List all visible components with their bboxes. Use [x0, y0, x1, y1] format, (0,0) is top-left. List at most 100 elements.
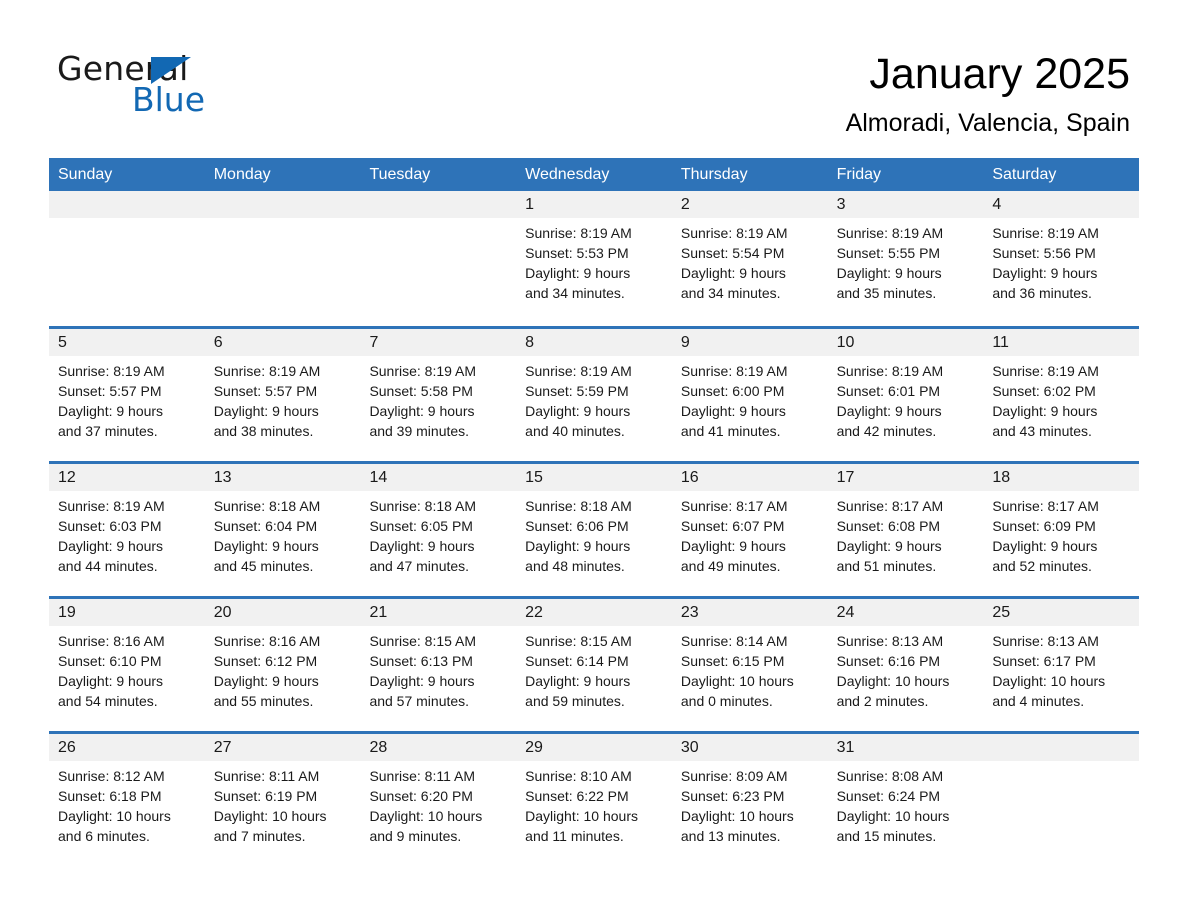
- day-number: 29: [525, 739, 543, 756]
- day-cell[interactable]: 10 Sunrise: 8:19 AM Sunset: 6:01 PM Dayligh…: [827, 329, 984, 461]
- day-number-band: 23: [671, 599, 828, 626]
- day-detail-sunset: Sunset: 5:57 PM: [58, 383, 162, 399]
- day-details: Sunrise: 8:11 AM Sunset: 6:19 PM Daylight:…: [205, 761, 361, 846]
- day-number: 10: [836, 334, 855, 351]
- day-number-band: 7: [360, 329, 517, 356]
- day-cell-empty: [983, 734, 1140, 866]
- day-detail-sunrise: Sunrise: 8:17 AM: [680, 498, 788, 514]
- day-detail-sunset: Sunset: 6:05 PM: [369, 518, 473, 534]
- day-detail-sunrise: Sunrise: 8:19 AM: [525, 225, 632, 241]
- day-detail-daylight-2: and 9 minutes.: [369, 828, 462, 844]
- day-detail-sunset: Sunset: 5:59 PM: [525, 383, 629, 399]
- day-cell[interactable]: 30 Sunrise: 8:09 AM Sunset: 6:23 PM Dayligh…: [671, 734, 828, 866]
- day-detail-daylight-1: Daylight: 10 hours: [525, 808, 638, 824]
- day-detail-daylight-1: Daylight: 9 hours: [836, 265, 942, 281]
- day-cell[interactable]: 1 Sunrise: 8:19 AM Sunset: 5:53 PM Daylight…: [516, 191, 672, 326]
- day-cell[interactable]: 29 Sunrise: 8:10 AM Sunset: 6:22 PM Dayligh…: [516, 734, 672, 866]
- day-cell[interactable]: 31 Sunrise: 8:08 AM Sunset: 6:24 PM Dayligh…: [827, 734, 984, 866]
- day-details: Sunrise: 8:19 AM Sunset: 5:59 PM Daylight:…: [516, 356, 672, 441]
- day-details: Sunrise: 8:09 AM Sunset: 6:23 PM Daylight:…: [672, 761, 828, 846]
- day-number-band: 27: [204, 734, 361, 761]
- day-cell[interactable]: 4 Sunrise: 8:19 AM Sunset: 5:56 PM Daylight…: [983, 191, 1140, 326]
- day-detail-sunrise: Sunrise: 8:16 AM: [58, 633, 165, 649]
- day-detail-sunrise: Sunrise: 8:19 AM: [58, 363, 165, 379]
- day-cell[interactable]: 26 Sunrise: 8:12 AM Sunset: 6:18 PM Dayligh…: [49, 734, 205, 866]
- day-detail-daylight-2: and 7 minutes.: [213, 828, 306, 844]
- day-cell[interactable]: 19 Sunrise: 8:16 AM Sunset: 6:10 PM Dayligh…: [49, 599, 205, 731]
- day-cell[interactable]: 2 Sunrise: 8:19 AM Sunset: 5:54 PM Daylight…: [671, 191, 828, 326]
- day-cell[interactable]: 12 Sunrise: 8:19 AM Sunset: 6:03 PM Dayligh…: [49, 464, 205, 596]
- general-blue-logo[interactable]: General Blue: [57, 52, 317, 124]
- day-cell[interactable]: 13 Sunrise: 8:18 AM Sunset: 6:04 PM Dayligh…: [204, 464, 361, 596]
- day-cell[interactable]: 25 Sunrise: 8:13 AM Sunset: 6:17 PM Dayligh…: [983, 599, 1140, 731]
- day-detail-daylight-1: Daylight: 9 hours: [680, 538, 786, 554]
- day-cell[interactable]: 15 Sunrise: 8:18 AM Sunset: 6:06 PM Dayligh…: [516, 464, 672, 596]
- day-detail-sunset: Sunset: 6:02 PM: [992, 383, 1096, 399]
- day-detail-daylight-2: and 42 minutes.: [836, 423, 937, 439]
- day-detail-daylight-2: and 0 minutes.: [680, 693, 773, 709]
- day-detail-sunrise: Sunrise: 8:13 AM: [992, 633, 1099, 649]
- day-detail-sunset: Sunset: 5:55 PM: [836, 245, 941, 261]
- day-number: 17: [836, 469, 855, 486]
- day-detail-daylight-1: Daylight: 9 hours: [58, 538, 164, 554]
- day-number-band: 12: [49, 464, 205, 491]
- weekday-header-wednesday: Wednesday: [525, 166, 610, 183]
- day-details: Sunrise: 8:16 AM Sunset: 6:10 PM Daylight:…: [49, 626, 205, 711]
- day-number: 13: [213, 469, 232, 486]
- day-detail-daylight-2: and 52 minutes.: [992, 558, 1092, 574]
- day-detail-sunrise: Sunrise: 8:08 AM: [836, 768, 944, 784]
- day-number-band: 4: [983, 191, 1140, 218]
- day-number: 26: [58, 739, 76, 756]
- day-cell[interactable]: 9 Sunrise: 8:19 AM Sunset: 6:00 PM Daylight…: [671, 329, 828, 461]
- day-cell[interactable]: 14 Sunrise: 8:18 AM Sunset: 6:05 PM Dayligh…: [360, 464, 517, 596]
- day-detail-daylight-2: and 40 minutes.: [525, 423, 625, 439]
- day-detail-daylight-1: Daylight: 9 hours: [369, 538, 475, 554]
- day-cell[interactable]: 23 Sunrise: 8:14 AM Sunset: 6:15 PM Dayligh…: [671, 599, 828, 731]
- day-cell-empty: [49, 191, 205, 326]
- day-number-band: 24: [827, 599, 984, 626]
- day-number-band: 5: [49, 329, 205, 356]
- day-cell[interactable]: 18 Sunrise: 8:17 AM Sunset: 6:09 PM Dayligh…: [983, 464, 1140, 596]
- day-cell[interactable]: 17 Sunrise: 8:17 AM Sunset: 6:08 PM Dayligh…: [827, 464, 984, 596]
- day-detail-sunset: Sunset: 6:04 PM: [213, 518, 318, 534]
- day-cell[interactable]: 22 Sunrise: 8:15 AM Sunset: 6:14 PM Dayligh…: [516, 599, 672, 731]
- day-detail-daylight-1: Daylight: 9 hours: [58, 403, 164, 419]
- day-cell[interactable]: 3 Sunrise: 8:19 AM Sunset: 5:55 PM Daylight…: [827, 191, 984, 326]
- day-cell[interactable]: 24 Sunrise: 8:13 AM Sunset: 6:16 PM Dayligh…: [827, 599, 984, 731]
- day-number-band: 25: [983, 599, 1140, 626]
- day-number: 15: [525, 469, 543, 486]
- day-number: 19: [58, 604, 76, 621]
- day-number: 6: [213, 334, 223, 351]
- day-number-band: [204, 191, 361, 218]
- day-detail-sunrise: Sunrise: 8:18 AM: [525, 498, 632, 514]
- day-detail-daylight-2: and 15 minutes.: [836, 828, 937, 844]
- day-number: 5: [58, 334, 67, 351]
- day-number-band: 6: [204, 329, 361, 356]
- day-detail-daylight-1: Daylight: 10 hours: [680, 808, 794, 824]
- weekday-header-tuesday: Tuesday: [369, 166, 431, 183]
- day-detail-daylight-1: Daylight: 9 hours: [58, 673, 164, 689]
- day-details: Sunrise: 8:19 AM Sunset: 6:02 PM Daylight:…: [983, 356, 1139, 441]
- day-number-band: 19: [49, 599, 205, 626]
- day-cell[interactable]: 11 Sunrise: 8:19 AM Sunset: 6:02 PM Dayligh…: [983, 329, 1140, 461]
- day-detail-daylight-2: and 4 minutes.: [992, 693, 1085, 709]
- day-cell[interactable]: 28 Sunrise: 8:11 AM Sunset: 6:20 PM Dayligh…: [360, 734, 517, 866]
- day-cell[interactable]: 16 Sunrise: 8:17 AM Sunset: 6:07 PM Dayligh…: [671, 464, 828, 596]
- day-detail-sunset: Sunset: 6:13 PM: [369, 653, 473, 669]
- page-title: January 2025: [869, 50, 1130, 98]
- day-cell[interactable]: 21 Sunrise: 8:15 AM Sunset: 6:13 PM Dayligh…: [360, 599, 517, 731]
- day-detail-daylight-1: Daylight: 10 hours: [58, 808, 171, 824]
- day-number: 1: [525, 196, 535, 213]
- day-cell[interactable]: 27 Sunrise: 8:11 AM Sunset: 6:19 PM Dayligh…: [204, 734, 361, 866]
- day-cell[interactable]: 8 Sunrise: 8:19 AM Sunset: 5:59 PM Daylight…: [516, 329, 672, 461]
- day-number-band: 21: [360, 599, 517, 626]
- day-detail-sunrise: Sunrise: 8:12 AM: [58, 768, 165, 784]
- day-number-band: 10: [827, 329, 984, 356]
- day-cell[interactable]: 5 Sunrise: 8:19 AM Sunset: 5:57 PM Daylight…: [49, 329, 205, 461]
- day-detail-daylight-1: Daylight: 9 hours: [836, 538, 942, 554]
- day-cell[interactable]: 6 Sunrise: 8:19 AM Sunset: 5:57 PM Daylight…: [204, 329, 361, 461]
- day-details: Sunrise: 8:15 AM Sunset: 6:13 PM Daylight:…: [360, 626, 516, 711]
- day-number: 14: [369, 469, 388, 486]
- day-cell[interactable]: 7 Sunrise: 8:19 AM Sunset: 5:58 PM Daylight…: [360, 329, 517, 461]
- day-cell[interactable]: 20 Sunrise: 8:16 AM Sunset: 6:12 PM Dayligh…: [204, 599, 361, 731]
